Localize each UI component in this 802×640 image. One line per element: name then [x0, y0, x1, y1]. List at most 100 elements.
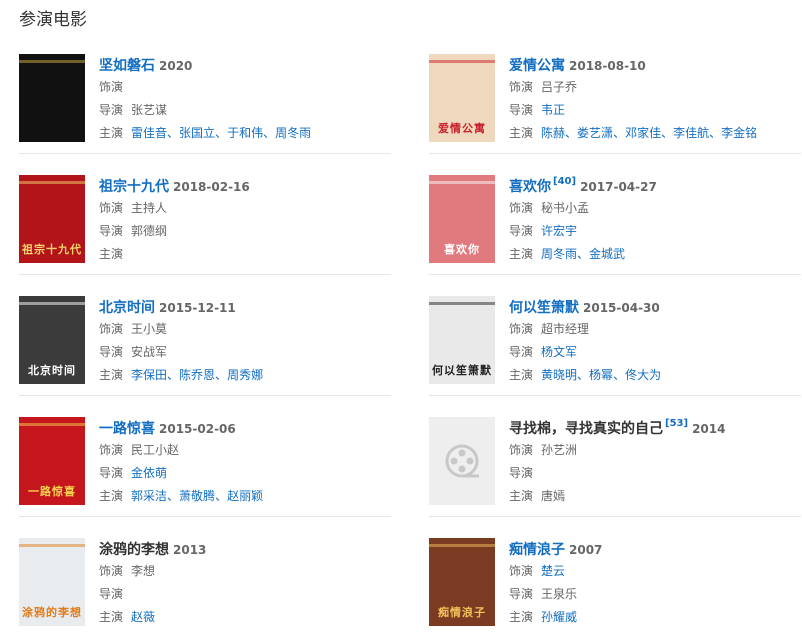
cast-row-value[interactable]: 陈乔恩: [179, 368, 215, 382]
cast-row-value[interactable]: 赵丽颖: [227, 489, 263, 503]
poster-title-text: 何以笙箫默: [432, 364, 492, 377]
role-row: 饰演 李想: [99, 560, 389, 583]
film-title-link[interactable]: 何以笙箫默: [509, 300, 579, 316]
cast-row-value[interactable]: 李佳航: [673, 126, 709, 140]
cast-row-label: 主演: [99, 126, 124, 140]
film-card: 爱情公寓 爱情公寓 2018-08-10 饰演 吕子乔 导演 韦正 主演 陈赫、娄艺潇、邓家佳、…: [429, 42, 801, 154]
director-row: 导演 郭德纲: [99, 220, 389, 243]
director-row-label: 导演: [99, 224, 124, 238]
film-poster[interactable]: 祖宗十九代: [19, 175, 85, 263]
separator: 、: [167, 489, 180, 503]
role-row-value: 李想: [131, 564, 156, 578]
separator: 、: [577, 368, 590, 382]
film-title-link[interactable]: 一路惊喜: [99, 421, 155, 437]
director-row: 导演 张艺谋: [99, 99, 389, 122]
reference-link[interactable]: [40]: [553, 176, 576, 187]
film-poster[interactable]: [429, 417, 495, 505]
reference-link[interactable]: [53]: [665, 418, 688, 429]
cast-row-value[interactable]: 赵薇: [131, 610, 155, 624]
film-poster[interactable]: 痴情浪子: [429, 538, 495, 626]
poster-title-text: 涂鸦的李想: [22, 606, 82, 619]
cast-row-value[interactable]: 萧敬腾: [179, 489, 215, 503]
director-row-value[interactable]: 杨文军: [541, 345, 577, 359]
role-row-value[interactable]: 楚云: [541, 564, 565, 578]
film-poster[interactable]: [19, 54, 85, 142]
film-title-line: 祖宗十九代 2018-02-16: [99, 175, 389, 197]
cast-row-value[interactable]: 金城武: [589, 247, 625, 261]
director-row: 导演 许宏宇: [509, 220, 799, 243]
cast-row-value[interactable]: 李保田: [131, 368, 167, 382]
cast-row-value[interactable]: 雷佳音: [131, 126, 167, 140]
director-row-label: 导演: [509, 103, 534, 117]
poster-title-text: 痴情浪子: [438, 606, 486, 619]
film-title-link[interactable]: 喜欢你: [509, 179, 551, 195]
cast-row-label: 主演: [509, 489, 534, 503]
cast-row-value[interactable]: 黄晓明: [541, 368, 577, 382]
director-row-value: 张艺谋: [131, 103, 168, 117]
film-title-link[interactable]: 北京时间: [99, 300, 155, 316]
role-row-label: 饰演: [509, 80, 534, 94]
director-row-value[interactable]: 金依萌: [131, 466, 167, 480]
separator: 、: [613, 126, 626, 140]
film-info: 何以笙箫默 2015-04-30 饰演 超市经理 导演 杨文军 主演 黄晓明、杨幂、佟大为: [509, 296, 799, 387]
film-title-line: 坚如磐石 2020: [99, 54, 389, 76]
film-title-link[interactable]: 坚如磐石: [99, 58, 155, 74]
role-row: 饰演 超市经理: [509, 318, 799, 341]
film-poster[interactable]: 爱情公寓: [429, 54, 495, 142]
director-row-value[interactable]: 韦正: [541, 103, 565, 117]
poster-decoration: [429, 60, 495, 63]
cast-row-value[interactable]: 孙耀威: [541, 610, 577, 624]
film-info: 一路惊喜 2015-02-06 饰演 民工小赵 导演 金依萌 主演 郭采洁、萧敬腾、赵丽颖: [99, 417, 389, 508]
role-row-value: 孙艺洲: [541, 443, 578, 457]
cast-row: 主演 李保田、陈乔恩、周秀娜: [99, 364, 389, 387]
cast-row-value[interactable]: 张国立: [179, 126, 215, 140]
director-row: 导演: [99, 583, 389, 606]
separator: 、: [263, 126, 276, 140]
role-row-label: 饰演: [99, 322, 124, 336]
director-row: 导演 金依萌: [99, 462, 389, 485]
role-row-label: 饰演: [509, 322, 534, 336]
film-title-link[interactable]: 痴情浪子: [509, 542, 565, 558]
film-title-link[interactable]: 爱情公寓: [509, 58, 565, 74]
role-row-value: 超市经理: [541, 322, 590, 336]
cast-row: 主演 雷佳音、张国立、于和伟、周冬雨: [99, 122, 389, 145]
film-card: 喜欢你 喜欢你 [40] 2017-04-27 饰演 秘书小孟 导演 许宏宇 主演 周冬雨、金城武: [429, 163, 801, 275]
director-row: 导演 安战军: [99, 341, 389, 364]
cast-row-value[interactable]: 佟大为: [625, 368, 661, 382]
film-poster[interactable]: 何以笙箫默: [429, 296, 495, 384]
cast-row-value[interactable]: 周冬雨: [541, 247, 577, 261]
film-title-link[interactable]: 祖宗十九代: [99, 179, 169, 195]
director-row-value[interactable]: 许宏宇: [541, 224, 577, 238]
cast-row-value[interactable]: 周秀娜: [227, 368, 263, 382]
cast-row-value[interactable]: 李金铭: [721, 126, 757, 140]
director-row-label: 导演: [99, 587, 124, 601]
film-title-line: 痴情浪子 2007: [509, 538, 799, 560]
cast-row-value[interactable]: 周冬雨: [275, 126, 311, 140]
film-release-date: 2018-02-16: [173, 180, 250, 194]
cast-row: 主演 黄晓明、杨幂、佟大为: [509, 364, 799, 387]
cast-row-value[interactable]: 邓家佳: [625, 126, 661, 140]
cast-row-value[interactable]: 杨幂: [589, 368, 613, 382]
film-title-link[interactable]: 涂鸦的李想: [99, 542, 169, 558]
film-title-link[interactable]: 寻找棉，寻找真实的自己: [509, 421, 663, 437]
cast-row-label: 主演: [99, 247, 124, 261]
film-poster[interactable]: 涂鸦的李想: [19, 538, 85, 626]
role-row-value: 秘书小孟: [541, 201, 590, 215]
film-poster[interactable]: 喜欢你: [429, 175, 495, 263]
director-row: 导演 韦正: [509, 99, 799, 122]
cast-row-value[interactable]: 郭采洁: [131, 489, 167, 503]
director-row: 导演 王泉乐: [509, 583, 799, 606]
role-row-label: 饰演: [99, 201, 124, 215]
film-reel-icon: [445, 444, 479, 478]
separator: 、: [215, 489, 228, 503]
film-poster[interactable]: 北京时间: [19, 296, 85, 384]
role-row-label: 饰演: [99, 564, 124, 578]
role-row: 饰演 民工小赵: [99, 439, 389, 462]
cast-row-value[interactable]: 于和伟: [227, 126, 263, 140]
cast-row-value[interactable]: 娄艺潇: [577, 126, 613, 140]
film-info: 坚如磐石 2020 饰演 导演 张艺谋 主演 雷佳音、张国立、于和伟、周冬雨: [99, 54, 389, 145]
poster-decoration: [19, 423, 85, 426]
cast-row-value[interactable]: 陈赫: [541, 126, 565, 140]
film-poster[interactable]: 一路惊喜: [19, 417, 85, 505]
director-row-label: 导演: [509, 587, 534, 601]
